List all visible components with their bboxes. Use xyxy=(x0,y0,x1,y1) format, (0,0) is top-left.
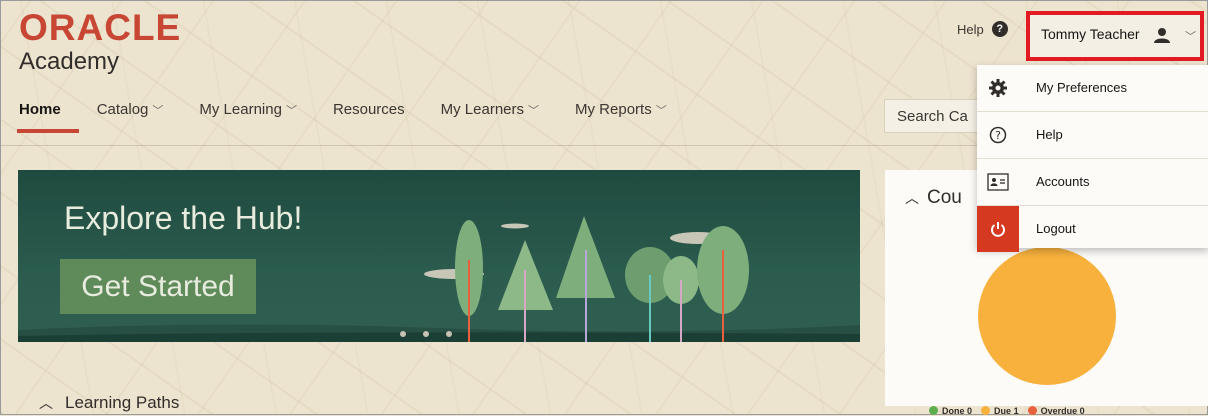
menu-item-label: Help xyxy=(1036,127,1063,142)
forest-illustration xyxy=(18,216,860,342)
user-icon xyxy=(1153,27,1171,48)
chevron-down-icon: ﹀ xyxy=(285,105,297,117)
legend-swatch-overdue xyxy=(1027,406,1037,415)
chevron-up-icon: ︿ xyxy=(39,395,53,411)
user-name: Tommy Teacher xyxy=(1041,26,1140,42)
nav-my-reports[interactable]: My Reports ﹀ xyxy=(575,101,667,118)
header-help-link[interactable]: Help ? xyxy=(957,21,1008,37)
legend-swatch-done xyxy=(929,406,938,415)
nav-catalog-label: Catalog xyxy=(96,101,149,118)
search-placeholder: Search Ca xyxy=(897,108,968,125)
menu-item-my-preferences[interactable]: My Preferences xyxy=(977,65,1208,112)
user-menu-toggle[interactable]: Tommy Teacher ﹀ xyxy=(1026,11,1204,61)
user-dropdown-menu: My Preferences ? Help Accounts Logout xyxy=(977,65,1208,252)
nav-my-learning[interactable]: My Learning ﹀ xyxy=(199,101,297,118)
nav-my-reports-label: My Reports xyxy=(575,101,652,118)
carousel-dot[interactable] xyxy=(446,331,452,337)
chevron-down-icon: ﹀ xyxy=(1185,31,1196,43)
logo-product: Academy xyxy=(19,48,120,75)
carousel-dot[interactable] xyxy=(400,331,406,337)
main-nav: Home Catalog ﹀ My Learning ﹀ Resources My … xyxy=(17,101,703,133)
chevron-down-icon: ﹀ xyxy=(528,105,540,117)
chevron-down-icon: ﹀ xyxy=(655,105,667,117)
header-help-label: Help xyxy=(957,21,984,37)
nav-resources[interactable]: Resources xyxy=(333,101,405,118)
nav-resources-label: Resources xyxy=(332,101,405,118)
oracle-academy-logo[interactable]: ORACLE Academy xyxy=(19,7,182,77)
question-circle-icon: ? xyxy=(991,21,1008,37)
gear-icon xyxy=(977,65,1019,111)
learning-paths-header[interactable]: ︿ Learning Paths xyxy=(39,393,179,413)
nav-my-learners-label: My Learners xyxy=(440,101,525,118)
nav-my-learning-label: My Learning xyxy=(199,101,282,118)
logo-brand: ORACLE xyxy=(19,7,182,48)
chevron-down-icon: ﹀ xyxy=(152,105,164,117)
menu-item-help[interactable]: ? Help xyxy=(977,112,1208,159)
nav-my-learners[interactable]: My Learners ﹀ xyxy=(441,101,539,118)
learning-paths-label: Learning Paths xyxy=(65,393,180,412)
carousel-dot[interactable] xyxy=(423,331,429,337)
get-started-button[interactable]: Get Started xyxy=(60,259,256,314)
nav-catalog[interactable]: Catalog ﹀ xyxy=(97,101,164,118)
menu-item-logout[interactable]: Logout xyxy=(977,206,1208,252)
question-circle-icon: ? xyxy=(977,112,1019,158)
id-card-icon xyxy=(977,159,1019,205)
banner-title: Explore the Hub! xyxy=(64,200,303,236)
pie-slice-due xyxy=(978,247,1116,385)
nav-home[interactable]: Home xyxy=(17,101,79,133)
menu-item-label: My Preferences xyxy=(1036,80,1128,95)
hero-banner: Explore the Hub! Get Started xyxy=(18,170,860,342)
power-icon xyxy=(977,206,1019,252)
menu-item-label: Logout xyxy=(1036,221,1076,236)
svg-text:?: ? xyxy=(995,129,1001,142)
menu-item-accounts[interactable]: Accounts xyxy=(977,159,1208,206)
menu-item-label: Accounts xyxy=(1036,174,1090,189)
nav-home-label: Home xyxy=(19,101,61,118)
carousel-dots xyxy=(400,331,452,337)
legend-swatch-due xyxy=(981,406,991,415)
